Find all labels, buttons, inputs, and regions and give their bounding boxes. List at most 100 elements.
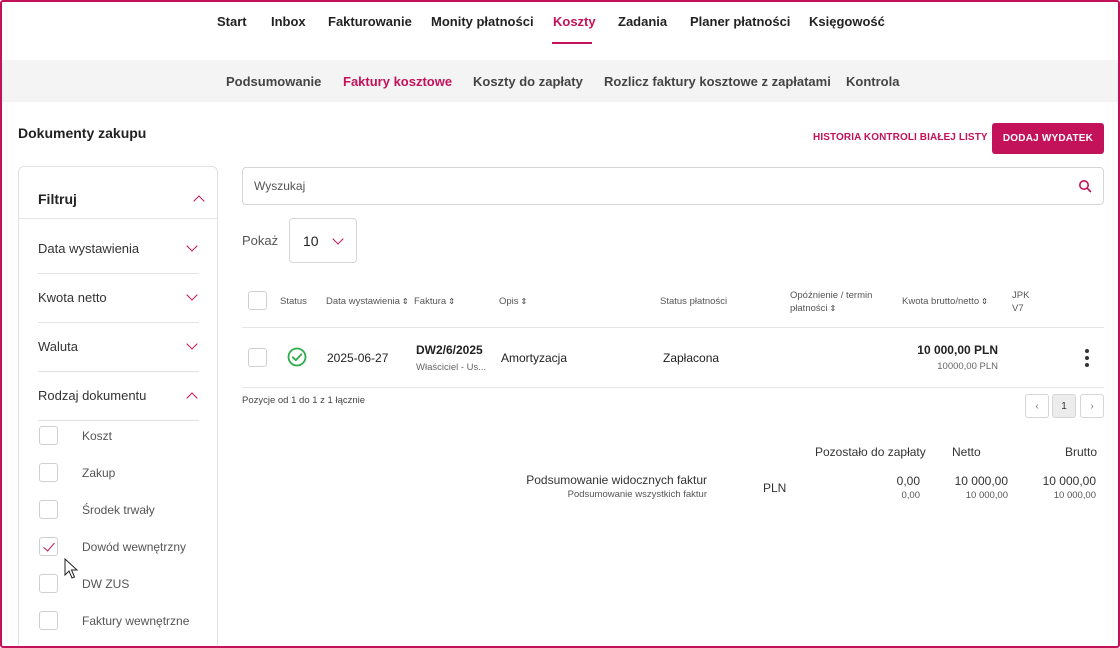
checkbox[interactable] — [39, 611, 58, 630]
summary-header-remaining: Pozostało do zapłaty — [815, 445, 926, 459]
checkbox-label: DW ZUS — [82, 577, 130, 591]
sort-icon: ⇕ — [448, 297, 455, 306]
summary-currency: PLN — [763, 481, 787, 495]
page-size-value: 10 — [303, 233, 319, 249]
filter-panel: Filtruj Data wystawienia Kwota netto Wal… — [18, 166, 218, 646]
nav-ksiegowosc[interactable]: Księgowość — [809, 14, 885, 29]
checkbox-label: Faktury wewnętrzne — [82, 614, 190, 628]
search-icon[interactable] — [1078, 179, 1092, 193]
summary-all-label: Podsumowanie wszystkich faktur — [567, 489, 707, 500]
column-header-amount[interactable]: Kwota brutto/netto ⇕ — [902, 295, 988, 308]
nav-planer-platnosci[interactable]: Planer płatności — [690, 14, 790, 29]
checkbox[interactable] — [39, 426, 58, 445]
summary-all-remaining: 0,00 — [901, 490, 921, 501]
filter-header[interactable]: Filtruj — [19, 167, 217, 219]
filter-section-label: Waluta — [38, 339, 78, 354]
nav-inbox[interactable]: Inbox — [271, 14, 306, 29]
page-size-label: Pokaż — [242, 233, 279, 248]
nav-koszty[interactable]: Koszty — [553, 14, 596, 29]
column-header-label: Opis — [499, 296, 519, 307]
row-payment-status: Zapłacona — [663, 351, 720, 365]
divider — [242, 387, 1104, 388]
page-title: Dokumenty zakupu — [18, 125, 147, 141]
summary-visible-gross: 10 000,00 — [1042, 474, 1096, 488]
checkbox[interactable] — [39, 500, 58, 519]
column-header-status: Status — [280, 296, 307, 307]
checkbox[interactable] — [39, 574, 58, 593]
row-date: 2025-06-27 — [327, 351, 389, 365]
column-header-jpk: JPK V7 — [1012, 289, 1029, 315]
subnav-koszty-do-zaplaty[interactable]: Koszty do zapłaty — [473, 74, 583, 89]
summary-visible-label: Podsumowanie widocznych faktur — [526, 473, 707, 487]
summary-visible-net: 10 000,00 — [954, 474, 1008, 488]
subnav-podsumowanie[interactable]: Podsumowanie — [226, 74, 321, 89]
more-options-icon[interactable] — [1080, 348, 1094, 368]
column-header-label: płatności — [790, 303, 828, 314]
chevron-up-icon — [186, 392, 198, 404]
nav-start[interactable]: Start — [217, 14, 247, 29]
nav-active-indicator — [552, 42, 592, 44]
filter-net-amount[interactable]: Kwota netto — [38, 274, 199, 323]
filter-date-issued[interactable]: Data wystawienia — [38, 225, 199, 274]
filter-currency[interactable]: Waluta — [38, 323, 199, 372]
column-header-label: Opóźnienie / termin — [790, 290, 873, 301]
chevron-down-icon — [186, 338, 198, 350]
row-invoice-sub: Właściciel - Us... — [416, 362, 487, 373]
sort-icon: ⇕ — [520, 297, 528, 306]
whitelist-history-link[interactable]: HISTORIA KONTROLI BIAŁEJ LISTY — [813, 132, 988, 143]
pagination-prev-button[interactable]: ‹ — [1025, 394, 1049, 418]
row-invoice-number[interactable]: DW2/6/2025 — [416, 343, 483, 357]
check-circle-icon — [287, 347, 307, 367]
filter-section-label: Kwota netto — [38, 290, 107, 305]
row-description: Amortyzacja — [501, 351, 568, 365]
filter-section-label: Rodzaj dokumentu — [38, 388, 147, 403]
row-checkbox[interactable] — [248, 348, 267, 367]
divider — [242, 327, 1104, 328]
column-header-label: JPK — [1012, 290, 1030, 301]
column-header-delay[interactable]: Opóźnienie / termin płatności ⇕ — [790, 289, 872, 315]
nav-monity-platnosci[interactable]: Monity płatności — [431, 14, 534, 29]
nav-zadania[interactable]: Zadania — [618, 14, 667, 29]
column-header-description[interactable]: Opis ⇕ — [499, 295, 527, 308]
column-header-label: Kwota brutto/netto — [902, 296, 980, 307]
checkbox-label: Koszt — [82, 429, 113, 443]
column-header-invoice[interactable]: Faktura ⇕ — [414, 295, 455, 308]
add-expense-button[interactable]: DODAJ WYDATEK — [992, 123, 1104, 154]
mouse-cursor-icon — [64, 558, 79, 579]
subnav-rozlicz-faktury[interactable]: Rozlicz faktury kosztowe z zapłatami — [604, 74, 831, 89]
sort-icon: ⇕ — [401, 297, 409, 306]
select-all-checkbox[interactable] — [248, 291, 267, 310]
summary-all-net: 10 000,00 — [965, 490, 1008, 501]
filter-title: Filtruj — [38, 191, 77, 207]
subnav-kontrola[interactable]: Kontrola — [846, 74, 899, 89]
summary-header-net: Netto — [952, 445, 981, 459]
page-size-select[interactable]: 10 — [289, 218, 357, 263]
row-net-amount: 10000,00 PLN — [937, 361, 998, 372]
column-header-label: Faktura — [414, 296, 447, 307]
pagination-next-button[interactable]: › — [1080, 394, 1104, 418]
pagination-info: Pozycje od 1 do 1 z 1 łącznie — [242, 395, 366, 406]
pagination-page-button[interactable]: 1 — [1052, 394, 1076, 418]
sub-nav: Podsumowanie Faktury kosztowe Koszty do … — [2, 60, 1118, 102]
column-header-label: Data wystawienia — [326, 296, 400, 307]
checkbox-label: Środek trwały — [82, 503, 155, 517]
nav-fakturowanie[interactable]: Fakturowanie — [328, 14, 412, 29]
summary-all-gross: 10 000,00 — [1053, 490, 1096, 501]
chevron-down-icon — [186, 240, 198, 252]
summary-header-gross: Brutto — [1065, 445, 1098, 459]
chevron-up-icon — [193, 195, 205, 207]
checkbox-checked[interactable] — [39, 537, 58, 556]
top-nav: Start Inbox Fakturowanie Monity płatnośc… — [2, 2, 1118, 58]
row-gross-amount: 10 000,00 PLN — [917, 343, 998, 357]
column-header-date[interactable]: Data wystawienia ⇕ — [326, 295, 409, 308]
filter-section-label: Data wystawienia — [38, 241, 140, 256]
filter-document-type[interactable]: Rodzaj dokumentu — [38, 372, 199, 421]
sort-icon: ⇕ — [829, 304, 837, 313]
column-header-label: V7 — [1012, 303, 1024, 314]
checkbox-label: Zakup — [82, 466, 116, 480]
subnav-faktury-kosztowe[interactable]: Faktury kosztowe — [343, 74, 452, 89]
chevron-down-icon — [332, 233, 344, 245]
summary-visible-remaining: 0,00 — [896, 474, 920, 488]
search-input[interactable] — [254, 177, 1054, 195]
checkbox[interactable] — [39, 463, 58, 482]
